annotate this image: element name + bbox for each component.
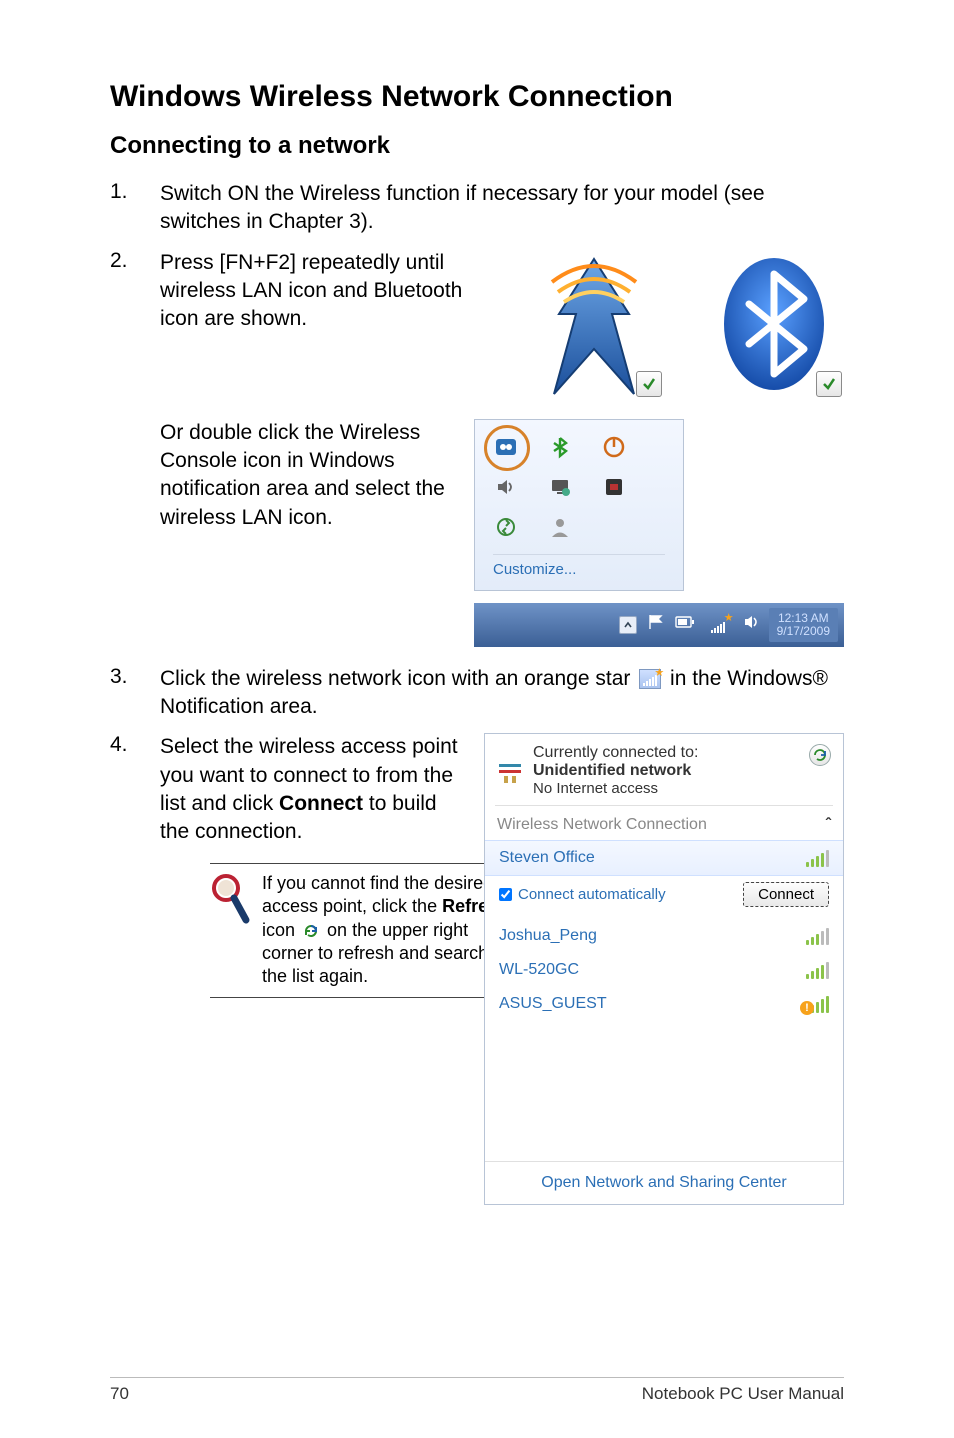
- network-status-icon: [497, 744, 523, 789]
- collapse-caret-icon[interactable]: ˆ: [826, 816, 831, 834]
- manual-title: Notebook PC User Manual: [642, 1384, 844, 1404]
- connect-button[interactable]: Connect: [743, 882, 829, 907]
- flag-icon[interactable]: [647, 613, 665, 636]
- taskbar: ★ 12:13 AM 9/17/2009: [474, 603, 844, 647]
- wireless-console-icon[interactable]: [493, 434, 519, 460]
- network-name: Joshua_Peng: [499, 927, 597, 945]
- step-1-number: 1.: [110, 180, 140, 204]
- network-name: ASUS_GUEST: [499, 995, 607, 1013]
- systray-panel: Customize... ★ 12:13 AM 9: [474, 419, 844, 647]
- bluetooth-logo: [704, 249, 844, 399]
- connected-to-label: Currently connected to:: [533, 744, 698, 762]
- step-4-number: 4.: [110, 733, 140, 757]
- network-name: WL-520GC: [499, 961, 579, 979]
- network-name: Steven Office: [499, 849, 595, 867]
- power-tray-icon[interactable]: [601, 434, 627, 460]
- sync-tray-icon[interactable]: [493, 514, 519, 540]
- network-item[interactable]: Joshua_Peng: [485, 919, 843, 953]
- monitor-tray-icon[interactable]: [547, 474, 573, 500]
- step-1-text: Switch ON the Wireless function if neces…: [160, 180, 844, 237]
- signal-icon: [806, 961, 829, 979]
- user-tray-icon[interactable]: [547, 514, 573, 540]
- magnifier-icon: [210, 872, 250, 989]
- section-title: Windows Wireless Network Connection: [110, 80, 844, 114]
- network-item-selected[interactable]: Steven Office: [485, 840, 843, 876]
- network-taskbar-icon[interactable]: ★: [705, 615, 733, 635]
- tip-box: If you cannot find the desired access po…: [210, 863, 510, 998]
- no-access-label: No Internet access: [533, 780, 698, 797]
- network-flyout: Currently connected to: Unidentified net…: [484, 733, 844, 1205]
- app-tray-icon[interactable]: [601, 474, 627, 500]
- step-2-number: 2.: [110, 249, 140, 273]
- network-item[interactable]: ASUS_GUEST: [485, 987, 843, 1021]
- taskbar-clock[interactable]: 12:13 AM 9/17/2009: [769, 608, 838, 642]
- step-3-number: 3.: [110, 665, 140, 689]
- wireless-section-label: Wireless Network Connection: [497, 816, 707, 834]
- bluetooth-tray-icon[interactable]: [547, 434, 573, 460]
- tip-text: If you cannot find the desired access po…: [262, 872, 510, 989]
- customize-link[interactable]: Customize...: [493, 554, 665, 582]
- sub-title: Connecting to a network: [110, 132, 844, 160]
- step-3-text: Click the wireless network icon with an …: [160, 665, 844, 722]
- step-2b-text: Or double click the Wireless Console ico…: [160, 419, 454, 532]
- signal-icon: [806, 927, 829, 945]
- page-number: 70: [110, 1384, 129, 1404]
- wireless-lan-logo: [524, 249, 664, 399]
- connect-automatically-checkbox[interactable]: Connect automatically: [499, 886, 666, 903]
- network-item[interactable]: WL-520GC: [485, 953, 843, 987]
- clock-date: 9/17/2009: [777, 625, 830, 638]
- network-star-icon: ★: [639, 669, 661, 689]
- check-badge-icon: [636, 371, 662, 397]
- battery-taskbar-icon[interactable]: [675, 615, 695, 634]
- step-4-text: Select the wireless access point you wan…: [160, 733, 464, 846]
- signal-warning-icon: [806, 995, 829, 1013]
- flyout-refresh-button[interactable]: [809, 744, 831, 766]
- open-network-center-link[interactable]: Open Network and Sharing Center: [485, 1161, 843, 1204]
- tray-overflow-button[interactable]: [619, 616, 637, 634]
- unidentified-network-label: Unidentified network: [533, 762, 698, 780]
- speaker-taskbar-icon[interactable]: [743, 613, 761, 636]
- step-2-text: Press [FN+F2] repeatedly until wireless …: [160, 249, 504, 334]
- refresh-icon: [302, 922, 320, 940]
- clock-time: 12:13 AM: [777, 612, 830, 625]
- volume-tray-icon[interactable]: [493, 474, 519, 500]
- check-badge-icon: [816, 371, 842, 397]
- auto-connect-input[interactable]: [499, 888, 512, 901]
- signal-icon: [806, 849, 829, 867]
